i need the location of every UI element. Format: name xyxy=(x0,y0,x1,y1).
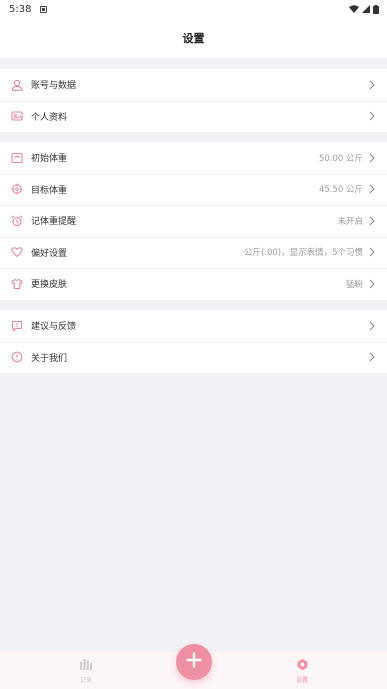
chevron-right-icon xyxy=(369,279,377,289)
feedback-icon xyxy=(10,319,23,332)
person-icon xyxy=(10,78,23,91)
battery-icon xyxy=(373,4,379,14)
plus-icon xyxy=(186,652,202,672)
settings-group-account: 账号与数据 个人资料 xyxy=(0,69,387,132)
shirt-icon xyxy=(10,277,23,290)
settings-item-target-weight[interactable]: 目标体重 45.50 公斤 xyxy=(0,173,387,206)
tab-label: 设置 xyxy=(295,677,308,684)
settings-item-account-data[interactable]: 账号与数据 xyxy=(0,69,387,101)
settings-item-value: 未开启 xyxy=(337,216,363,227)
status-time: 5:38 xyxy=(9,3,32,15)
settings-item-label: 偏好设置 xyxy=(31,248,68,259)
settings-group-weight: 初始体重 50.00 公斤 目标体重 45.50 公斤 记体重提醒 未开启 偏好… xyxy=(0,142,387,300)
chevron-right-icon xyxy=(369,247,377,257)
chevron-right-icon xyxy=(369,111,377,121)
settings-item-value: 公斤(.00)，显示表情，5个习惯 xyxy=(243,248,363,259)
tab-settings[interactable]: 设置 xyxy=(277,657,327,684)
settings-item-label: 目标体重 xyxy=(31,185,68,196)
profile-card-icon xyxy=(10,110,23,123)
gear-icon xyxy=(295,657,309,671)
settings-item-label: 记体重提醒 xyxy=(31,217,77,228)
settings-item-weight-reminder[interactable]: 记体重提醒 未开启 xyxy=(0,205,387,237)
scale-icon xyxy=(10,151,23,164)
wifi-icon xyxy=(349,5,359,13)
settings-item-about-us[interactable]: 关于我们 xyxy=(0,341,387,374)
heart-icon xyxy=(10,246,23,259)
settings-item-initial-weight[interactable]: 初始体重 50.00 公斤 xyxy=(0,142,387,174)
bar-chart-icon xyxy=(79,657,93,671)
chevron-right-icon xyxy=(369,80,377,90)
settings-item-feedback[interactable]: 建议与反馈 xyxy=(0,310,387,342)
chevron-right-icon xyxy=(369,184,377,194)
chevron-right-icon xyxy=(369,153,377,163)
page-header: 设置 xyxy=(0,18,387,58)
tab-label: 记录 xyxy=(79,677,92,684)
status-bar: 5:38 xyxy=(0,0,387,18)
page-title: 设置 xyxy=(182,32,205,45)
settings-group-about: 建议与反馈 关于我们 xyxy=(0,310,387,373)
alarm-clock-icon xyxy=(10,214,23,227)
chevron-right-icon xyxy=(369,352,377,362)
info-icon xyxy=(10,351,23,364)
settings-item-label: 初始体重 xyxy=(31,154,68,165)
tab-record[interactable]: 记录 xyxy=(61,657,111,684)
notification-icon xyxy=(40,5,48,13)
settings-item-preferences[interactable]: 偏好设置 公斤(.00)，显示表情，5个习惯 xyxy=(0,236,387,269)
add-record-button[interactable] xyxy=(176,644,212,680)
settings-item-value: 45.50 公斤 xyxy=(318,185,363,196)
chevron-right-icon xyxy=(369,216,377,226)
settings-item-label: 个人资料 xyxy=(31,112,68,123)
signal-icon xyxy=(362,5,370,13)
chevron-right-icon xyxy=(369,321,377,331)
settings-item-value: 猛粉 xyxy=(345,279,363,290)
settings-item-label: 关于我们 xyxy=(31,353,68,364)
target-icon xyxy=(10,183,23,196)
settings-item-change-skin[interactable]: 更换皮肤 猛粉 xyxy=(0,268,387,300)
settings-item-label: 更换皮肤 xyxy=(31,280,68,291)
settings-item-label: 建议与反馈 xyxy=(31,322,77,333)
settings-item-profile[interactable]: 个人资料 xyxy=(0,100,387,133)
settings-item-value: 50.00 公斤 xyxy=(318,153,363,164)
settings-item-label: 账号与数据 xyxy=(31,81,77,92)
